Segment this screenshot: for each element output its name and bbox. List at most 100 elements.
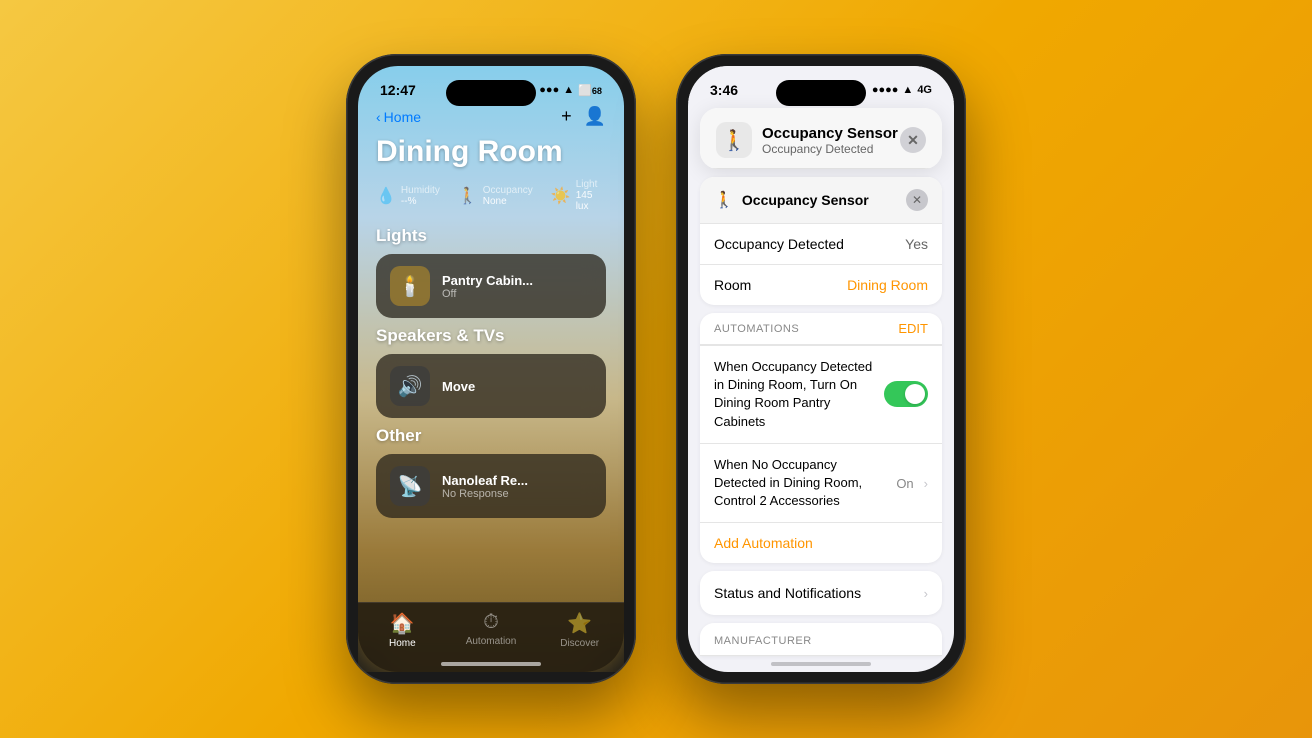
room-value: Dining Room: [847, 277, 928, 293]
battery-icon-1: ⬜68: [578, 84, 602, 97]
automations-header: AUTOMATIONS EDIT: [700, 313, 942, 345]
manufacturer-section: MANUFACTURER: [700, 623, 942, 656]
sensor-name-text: Occupancy Sensor: [742, 192, 906, 208]
person-circle-icon[interactable]: 👤: [584, 106, 606, 127]
occupancy-detected-row: Occupancy Detected Yes: [700, 223, 942, 264]
automation-row-1[interactable]: When Occupancy Detected in Dining Room, …: [700, 345, 942, 443]
speaker-icon-box: 🔊: [390, 366, 430, 406]
modal-header-icon: 🚶: [716, 122, 752, 158]
sensor-humidity: 💧 Humidity --%: [376, 179, 440, 212]
occupancy-detected-label: Occupancy Detected: [714, 236, 905, 252]
home-tab-icon: 🏠: [390, 611, 415, 636]
header-action-icons: + 👤: [561, 106, 606, 127]
tab-home[interactable]: 🏠 Home: [358, 611, 447, 649]
room-label: Room: [714, 277, 847, 293]
status-notif-label: Status and Notifications: [714, 585, 914, 601]
manufacturer-label: MANUFACTURER: [714, 635, 812, 647]
status-icons-2: ●●●● ▲ 4G: [872, 84, 932, 96]
status-icons-1: ●●● ▲ ⬜68: [539, 84, 602, 97]
pantry-name: Pantry Cabin...: [442, 273, 592, 288]
automations-label: AUTOMATIONS: [714, 323, 799, 335]
tab-automation[interactable]: ⏱ Automation: [447, 611, 536, 647]
status-notifications-section[interactable]: Status and Notifications ›: [700, 571, 942, 615]
automation-chevron-2: ›: [924, 476, 928, 491]
pantry-cabinets-tile[interactable]: 🕯️ Pantry Cabin... Off: [376, 254, 606, 318]
pantry-info: Pantry Cabin... Off: [442, 273, 592, 300]
automation-text-1: When Occupancy Detected in Dining Room, …: [714, 358, 874, 431]
signal-icon-1: ●●●: [539, 84, 559, 96]
lights-section-label: Lights: [358, 226, 624, 254]
chevron-left-icon: ‹: [376, 109, 381, 125]
automation-row-2[interactable]: When No Occupancy Detected in Dining Roo…: [700, 443, 942, 523]
automation-tab-label: Automation: [466, 636, 517, 647]
nanoleaf-info: Nanoleaf Re... No Response: [442, 473, 592, 500]
phone-2: 3:46 ●●●● ▲ 4G 🚶 Occupancy Sensor Occupa…: [676, 54, 966, 684]
modal-header: 🚶 Occupancy Sensor Occupancy Detected ✕: [700, 108, 942, 169]
light-label: Light: [576, 179, 606, 190]
humidity-label: Humidity: [401, 185, 440, 196]
battery-label-2: 4G: [917, 84, 932, 96]
wifi-icon-1: ▲: [563, 84, 574, 96]
automations-section: AUTOMATIONS EDIT When Occupancy Detected…: [700, 313, 942, 563]
occupancy-value: None: [483, 196, 533, 207]
back-label: Home: [384, 109, 421, 125]
sensor-close-button[interactable]: ✕: [906, 189, 928, 211]
sensor-occupancy: 🚶 Occupancy None: [458, 179, 533, 212]
speakers-section-label: Speakers & TVs: [358, 326, 624, 354]
discover-tab-icon: ⭐: [567, 611, 592, 636]
automation-toggle-1[interactable]: [884, 381, 928, 407]
sensor-light: ☀️ Light 145 lux: [551, 179, 606, 212]
automation-text-2: When No Occupancy Detected in Dining Roo…: [714, 456, 886, 511]
room-row[interactable]: Room Dining Room: [700, 264, 942, 305]
move-speaker-tile[interactable]: 🔊 Move: [376, 354, 606, 418]
nanoleaf-status: No Response: [442, 488, 592, 500]
nanoleaf-tile[interactable]: 📡 Nanoleaf Re... No Response: [376, 454, 606, 518]
occupancy-label: Occupancy: [483, 185, 533, 196]
add-icon[interactable]: +: [561, 106, 572, 127]
speaker-info: Move: [442, 379, 592, 394]
automation-on-text: On: [896, 476, 913, 491]
home-tab-label: Home: [389, 638, 416, 649]
sensor-header-row: 🚶 Occupancy Sensor ✕: [700, 177, 942, 223]
add-automation-button[interactable]: Add Automation: [700, 522, 942, 563]
status-notif-chevron: ›: [924, 586, 928, 601]
page-title: Dining Room: [358, 135, 624, 179]
occupancy-icon: 🚶: [458, 186, 478, 206]
status-time-1: 12:47: [380, 82, 416, 98]
edit-button[interactable]: EDIT: [898, 321, 928, 336]
nanoleaf-name: Nanoleaf Re...: [442, 473, 592, 488]
phone-1: 12:47 ●●● ▲ ⬜68 ‹ Home + 👤 Dining Room: [346, 54, 636, 684]
discover-tab-label: Discover: [560, 638, 599, 649]
nanoleaf-icon-box: 📡: [390, 466, 430, 506]
pantry-icon-box: 🕯️: [390, 266, 430, 306]
signal-icon-2: ●●●●: [872, 84, 899, 96]
light-icon: ☀️: [551, 186, 571, 206]
pantry-status: Off: [442, 288, 592, 300]
wifi-icon-2: ▲: [902, 84, 913, 96]
home-indicator-2: [771, 662, 871, 666]
sensor-detail-section: 🚶 Occupancy Sensor ✕ Occupancy Detected …: [700, 177, 942, 305]
sensor-walk-icon: 🚶: [714, 190, 734, 210]
modal-card: 🚶 Occupancy Sensor Occupancy Detected ✕: [700, 108, 942, 169]
occupancy-detected-value: Yes: [905, 236, 928, 252]
other-section-label: Other: [358, 426, 624, 454]
humidity-icon: 💧: [376, 186, 396, 206]
modal-close-button[interactable]: ✕: [900, 127, 926, 153]
phone-1-header: ‹ Home + 👤: [358, 102, 624, 135]
modal-header-text: Occupancy Sensor Occupancy Detected: [762, 125, 900, 156]
phone-2-background: 3:46 ●●●● ▲ 4G 🚶 Occupancy Sensor Occupa…: [688, 66, 954, 672]
modal-subtitle: Occupancy Detected: [762, 142, 900, 156]
phone-1-screen: 12:47 ●●● ▲ ⬜68 ‹ Home + 👤 Dining Room: [358, 66, 624, 672]
modal-title: Occupancy Sensor: [762, 125, 900, 142]
humidity-value: --%: [401, 196, 440, 207]
phone-1-background: 12:47 ●●● ▲ ⬜68 ‹ Home + 👤 Dining Room: [358, 66, 624, 672]
dynamic-island-1: [446, 80, 536, 106]
status-notif-row[interactable]: Status and Notifications ›: [700, 571, 942, 615]
phone-2-screen: 3:46 ●●●● ▲ 4G 🚶 Occupancy Sensor Occupa…: [688, 66, 954, 672]
status-time-2: 3:46: [710, 82, 738, 98]
light-value: 145 lux: [576, 190, 606, 212]
sensors-row: 💧 Humidity --% 🚶 Occupancy None ☀️: [358, 179, 624, 226]
back-button[interactable]: ‹ Home: [376, 109, 421, 125]
tab-discover[interactable]: ⭐ Discover: [535, 611, 624, 649]
dynamic-island-2: [776, 80, 866, 106]
